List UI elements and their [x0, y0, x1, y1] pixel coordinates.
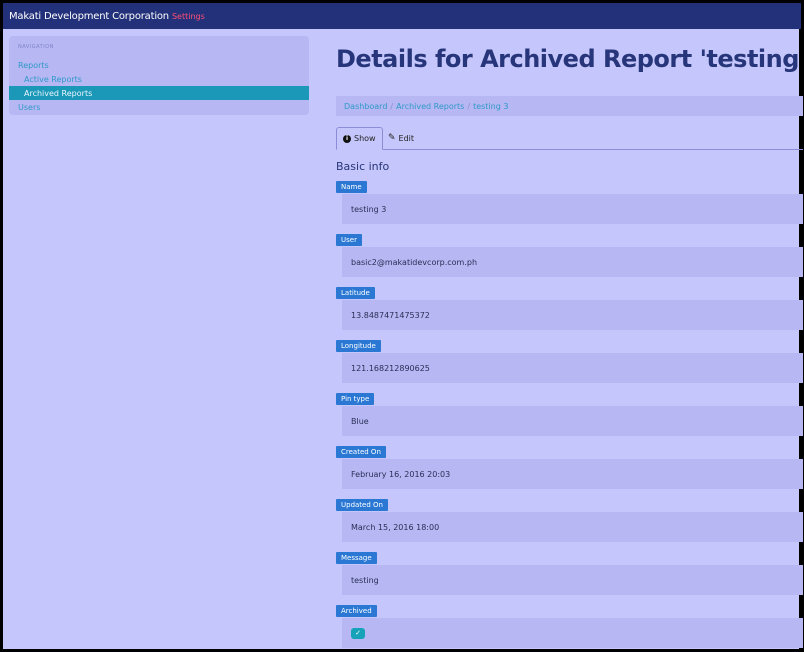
field-value-longitude: 121.168212890625	[342, 353, 803, 383]
info-icon: i	[343, 134, 351, 143]
sidebar-item-reports[interactable]: Reports	[9, 58, 309, 72]
tab-show[interactable]: i Show	[336, 127, 383, 150]
breadcrumb-archived-reports[interactable]: Archived Reports	[396, 102, 464, 111]
top-navbar: Makati Development Corporation Settings	[3, 3, 801, 29]
field-value-archived: ✓	[342, 618, 803, 648]
sidebar: NAVIGATION Reports Active Reports Archiv…	[9, 36, 309, 115]
breadcrumb-dashboard[interactable]: Dashboard	[344, 102, 387, 111]
field-label-user: User	[336, 234, 362, 246]
breadcrumb-current: testing 3	[473, 101, 509, 111]
settings-link[interactable]: Settings	[172, 12, 205, 21]
tab-show-label: Show	[354, 134, 376, 143]
breadcrumb-separator: /	[390, 101, 394, 111]
field-label-longitude: Longitude	[336, 340, 381, 352]
field-value-pin-type: Blue	[342, 406, 803, 436]
sidebar-heading: NAVIGATION	[18, 44, 54, 50]
field-label-pin-type: Pin type	[336, 393, 375, 405]
field-value-message: testing	[342, 565, 803, 595]
breadcrumb-separator: /	[467, 101, 471, 111]
pencil-icon: ✎	[388, 133, 396, 143]
field-label-name: Name	[336, 181, 367, 193]
checkmark-icon: ✓	[351, 627, 365, 639]
sidebar-item-archived-reports[interactable]: Archived Reports	[9, 86, 309, 100]
breadcrumb: Dashboard / Archived Reports / testing 3	[336, 96, 803, 116]
field-label-archived: Archived	[336, 605, 377, 617]
field-value-updated-on: March 15, 2016 18:00	[342, 512, 803, 542]
brand-name[interactable]: Makati Development Corporation	[9, 11, 169, 22]
field-value-user: basic2@makatidevcorp.com.ph	[342, 247, 803, 277]
tab-edit[interactable]: ✎ Edit	[382, 127, 420, 149]
page-title: Details for Archived Report 'testing 3'	[336, 45, 804, 73]
sidebar-item-users[interactable]: Users	[9, 100, 309, 114]
window-edge	[799, 29, 801, 649]
field-value-latitude: 13.8487471475372	[342, 300, 803, 330]
field-label-created-on: Created On	[336, 446, 386, 458]
sidebar-item-active-reports[interactable]: Active Reports	[9, 72, 309, 86]
tab-edit-label: Edit	[398, 133, 415, 143]
section-title: Basic info	[336, 160, 390, 173]
tab-bar: i Show ✎ Edit	[336, 127, 803, 150]
field-value-name: testing 3	[342, 194, 803, 224]
field-label-latitude: Latitude	[336, 287, 375, 299]
field-value-created-on: February 16, 2016 20:03	[342, 459, 803, 489]
field-label-updated-on: Updated On	[336, 499, 388, 511]
field-label-message: Message	[336, 552, 377, 564]
